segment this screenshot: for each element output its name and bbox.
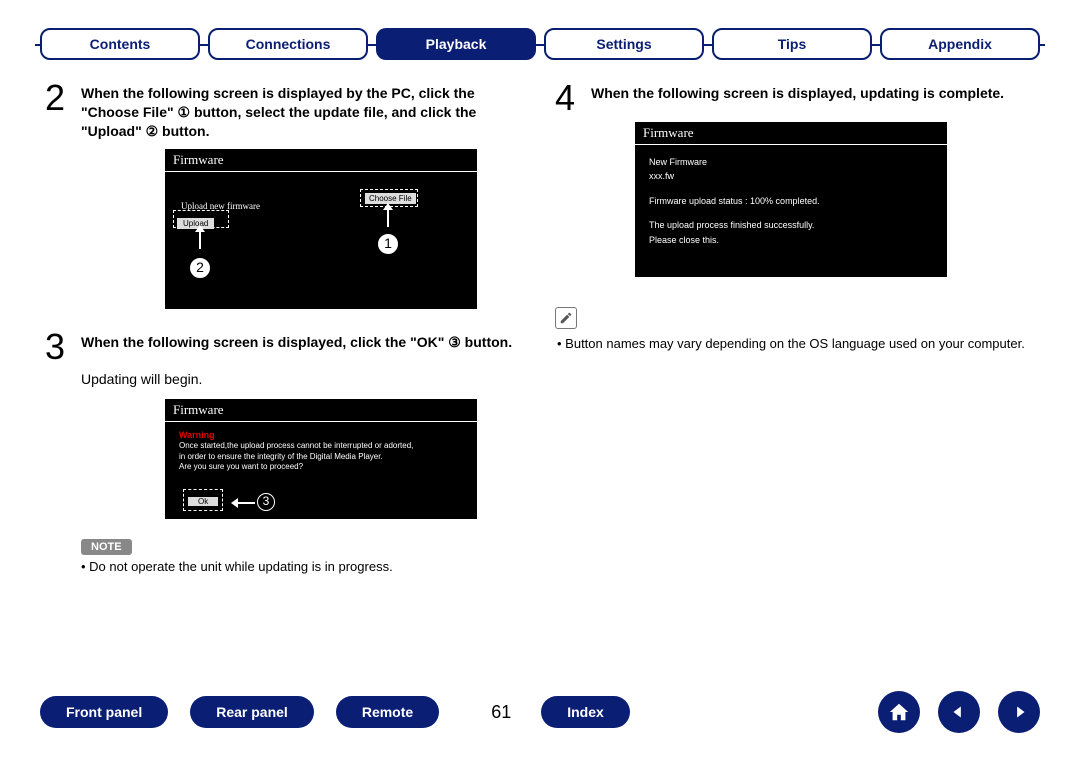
tab-tips[interactable]: Tips (712, 28, 872, 60)
front-panel-button[interactable]: Front panel (40, 696, 168, 728)
step4-text: When the following screen is displayed, … (591, 80, 1004, 116)
shot1-title: Firmware (165, 149, 477, 172)
shot2-ok-btn: Ok (188, 497, 218, 506)
shot3-line2: xxx.fw (649, 169, 933, 183)
shot3-title: Firmware (635, 122, 947, 145)
tab-connections[interactable]: Connections (208, 28, 368, 60)
page-number: 61 (491, 702, 511, 723)
step3-number: 3 (45, 329, 73, 365)
remote-button[interactable]: Remote (336, 696, 439, 728)
shot3-line3: Firmware upload status : 100% completed. (649, 194, 933, 208)
step4-number: 4 (555, 80, 583, 116)
home-icon[interactable] (878, 691, 920, 733)
tab-appendix[interactable]: Appendix (880, 28, 1040, 60)
shot2-line3: Are you sure you want to proceed? (179, 462, 463, 472)
note-label: NOTE (81, 539, 132, 555)
firmware-screenshot-2: Firmware Warning Once started,the upload… (165, 399, 477, 519)
shot2-line1: Once started,the upload process cannot b… (179, 441, 463, 451)
circled-3: 3 (257, 493, 275, 511)
shot2-warning: Warning (179, 430, 463, 442)
shot3-line4: The upload process finished successfully… (649, 218, 933, 232)
right-note: • Button names may vary depending on the… (555, 335, 1035, 353)
index-button[interactable]: Index (541, 696, 630, 728)
back-icon[interactable] (938, 691, 980, 733)
shot3-line1: New Firmware (649, 155, 933, 169)
shot2-line2: in order to ensure the integrity of the … (179, 452, 463, 462)
step3-subtext: Updating will begin. (81, 371, 525, 387)
firmware-screenshot-3: Firmware New Firmware xxx.fw Firmware up… (635, 122, 947, 277)
step2-text: When the following screen is displayed b… (81, 80, 525, 141)
shot3-line5: Please close this. (649, 233, 933, 247)
tab-settings[interactable]: Settings (544, 28, 704, 60)
circled-1: 1 (377, 233, 399, 255)
step2-number: 2 (45, 80, 73, 141)
tab-playback[interactable]: Playback (376, 28, 536, 60)
note-text: • Do not operate the unit while updating… (81, 559, 525, 574)
forward-icon[interactable] (998, 691, 1040, 733)
pencil-icon (555, 307, 577, 329)
tab-contents[interactable]: Contents (40, 28, 200, 60)
shot2-title: Firmware (165, 399, 477, 422)
firmware-screenshot-1: Firmware Upload new firmware Choose File… (165, 149, 477, 309)
rear-panel-button[interactable]: Rear panel (190, 696, 314, 728)
step3-text: When the following screen is displayed, … (81, 329, 512, 365)
circled-2: 2 (189, 257, 211, 279)
